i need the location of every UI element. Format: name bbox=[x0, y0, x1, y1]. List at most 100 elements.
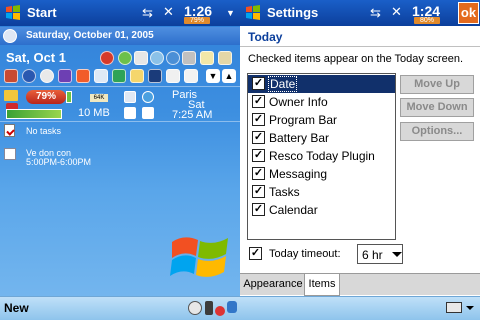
windows-start-icon[interactable] bbox=[3, 3, 23, 23]
program-bar: Sat, Oct 1 ▼ ▲ bbox=[0, 45, 240, 85]
calculator-icon[interactable] bbox=[94, 69, 108, 83]
windows-start-icon[interactable] bbox=[243, 3, 263, 23]
gear-icon[interactable] bbox=[134, 51, 148, 65]
tab-items[interactable]: Items bbox=[304, 274, 340, 296]
battery-badge: 79% bbox=[184, 17, 210, 24]
timeout-value: 6 hr bbox=[362, 248, 383, 262]
document-icon[interactable] bbox=[166, 69, 180, 83]
new-menu-button[interactable]: New bbox=[4, 301, 29, 315]
phone-icon[interactable] bbox=[148, 69, 162, 83]
keyboard-icon[interactable] bbox=[446, 302, 462, 313]
checkbox[interactable]: ✓ bbox=[252, 203, 265, 216]
shield-icon[interactable] bbox=[227, 301, 237, 313]
note-icon[interactable] bbox=[200, 51, 214, 65]
tasks-text: No tasks bbox=[26, 126, 62, 136]
item-label: Owner Info bbox=[269, 95, 328, 109]
checkbox[interactable]: ✓ bbox=[252, 149, 265, 162]
tasks-icon[interactable] bbox=[112, 69, 126, 83]
task-check-icon bbox=[4, 124, 15, 137]
blank-icon[interactable] bbox=[124, 107, 136, 119]
settings-icon[interactable] bbox=[118, 51, 132, 65]
explorer-icon[interactable] bbox=[76, 69, 90, 83]
item-label: Program Bar bbox=[269, 113, 338, 127]
list-item[interactable]: ✓ Owner Info bbox=[248, 93, 395, 111]
window-title[interactable]: Start bbox=[27, 5, 57, 20]
tab-strip: Appearance Items bbox=[240, 273, 480, 296]
volume-muted-icon[interactable]: ✕ bbox=[163, 4, 174, 20]
checkbox[interactable]: ✓ bbox=[252, 167, 265, 180]
globe-icon[interactable] bbox=[142, 91, 154, 103]
tool-icon[interactable] bbox=[182, 51, 196, 65]
tasks-row[interactable]: No tasks bbox=[0, 120, 240, 142]
tab-appearance[interactable]: Appearance bbox=[242, 274, 304, 296]
ok-button[interactable]: ok bbox=[458, 2, 479, 24]
scroll-up-icon[interactable]: ▲ bbox=[222, 69, 236, 83]
left-menu-bar: New bbox=[0, 296, 240, 320]
appointment-time: 5:00PM-6:00PM bbox=[26, 157, 92, 167]
network-icon[interactable] bbox=[124, 91, 136, 103]
timeout-select[interactable]: 6 hr bbox=[357, 244, 403, 264]
options-button[interactable]: Options... bbox=[400, 122, 474, 141]
item-label: Tasks bbox=[269, 185, 300, 199]
date-long: Saturday, October 01, 2005 bbox=[26, 30, 154, 41]
timeout-label: Today timeout: bbox=[269, 248, 341, 260]
disc-icon[interactable] bbox=[150, 51, 164, 65]
checkbox[interactable]: ✓ bbox=[252, 77, 265, 90]
mail-icon[interactable] bbox=[218, 51, 232, 65]
timeout-checkbox[interactable]: ✓ bbox=[249, 247, 262, 260]
battery-indicator[interactable]: 79% bbox=[26, 90, 66, 104]
item-label: Calendar bbox=[269, 203, 318, 217]
antenna-icon[interactable] bbox=[205, 301, 213, 315]
volume-icon[interactable] bbox=[166, 51, 180, 65]
settings-screen: Settings ⇆ ✕ 1:24 80% ok Today Checked i… bbox=[240, 0, 480, 320]
checkbox[interactable]: ✓ bbox=[252, 113, 265, 126]
app-icon[interactable] bbox=[4, 69, 18, 83]
left-title-bar: Start ⇆ ✕ 1:26 79% ▼ bbox=[0, 0, 240, 26]
date-row[interactable]: Saturday, October 01, 2005 bbox=[0, 27, 240, 45]
volume-muted-icon[interactable]: ✕ bbox=[391, 4, 402, 20]
stop-icon[interactable] bbox=[215, 306, 225, 316]
chevron-down-icon[interactable] bbox=[466, 306, 474, 310]
item-label: Date bbox=[268, 76, 298, 92]
list-item[interactable]: ✓ Battery Bar bbox=[248, 129, 395, 147]
instruction-text: Checked items appear on the Today screen… bbox=[248, 53, 464, 65]
connectivity-icon[interactable]: ⇆ bbox=[370, 5, 381, 21]
move-down-button[interactable]: Move Down bbox=[400, 98, 474, 117]
move-up-button[interactable]: Move Up bbox=[400, 75, 474, 94]
memory-label: 64K bbox=[90, 94, 108, 102]
list-item[interactable]: ✓ Calendar bbox=[248, 201, 395, 219]
wifi-icon[interactable] bbox=[142, 107, 154, 119]
chevron-down-icon[interactable]: ▼ bbox=[226, 8, 235, 18]
clock-icon bbox=[3, 29, 17, 43]
arrow-icon[interactable] bbox=[184, 69, 198, 83]
power-icon[interactable] bbox=[100, 51, 114, 65]
item-label: Resco Today Plugin bbox=[269, 149, 375, 163]
connectivity-icon[interactable]: ⇆ bbox=[142, 5, 153, 21]
folder-icon[interactable] bbox=[4, 90, 18, 101]
sync-icon[interactable] bbox=[188, 301, 202, 315]
messaging-icon[interactable] bbox=[130, 69, 144, 83]
list-item[interactable]: ✓ Program Bar bbox=[248, 111, 395, 129]
battery-badge: 80% bbox=[414, 17, 440, 24]
list-item[interactable]: ✓ Messaging bbox=[248, 165, 395, 183]
section-header: Today bbox=[240, 26, 480, 47]
list-item[interactable]: ✓ Resco Today Plugin bbox=[248, 147, 395, 165]
media-icon[interactable] bbox=[22, 69, 36, 83]
window-title[interactable]: Settings bbox=[267, 5, 318, 20]
checkbox[interactable]: ✓ bbox=[252, 95, 265, 108]
today-screen: Start ⇆ ✕ 1:26 79% ▼ Saturday, October 0… bbox=[0, 0, 240, 320]
items-list[interactable]: ✓ Date ✓ Owner Info ✓ Program Bar ✓ Batt… bbox=[247, 73, 396, 240]
list-item[interactable]: ✓ Tasks bbox=[248, 183, 395, 201]
checkbox[interactable]: ✓ bbox=[252, 185, 265, 198]
browser-icon[interactable] bbox=[40, 69, 54, 83]
battery-progress-bar bbox=[6, 109, 62, 119]
right-title-bar: Settings ⇆ ✕ 1:24 80% ok bbox=[240, 0, 480, 26]
timeout-row: ✓ Today timeout: 6 hr bbox=[247, 244, 477, 264]
item-label: Battery Bar bbox=[269, 131, 330, 145]
checkbox[interactable]: ✓ bbox=[252, 131, 265, 144]
calendar-row[interactable]: Ve don con 5:00PM-6:00PM bbox=[0, 146, 240, 172]
calendar-icon bbox=[4, 148, 16, 160]
word-icon[interactable] bbox=[58, 69, 72, 83]
list-item[interactable]: ✓ Date bbox=[248, 75, 395, 93]
scroll-down-icon[interactable]: ▼ bbox=[206, 69, 220, 83]
